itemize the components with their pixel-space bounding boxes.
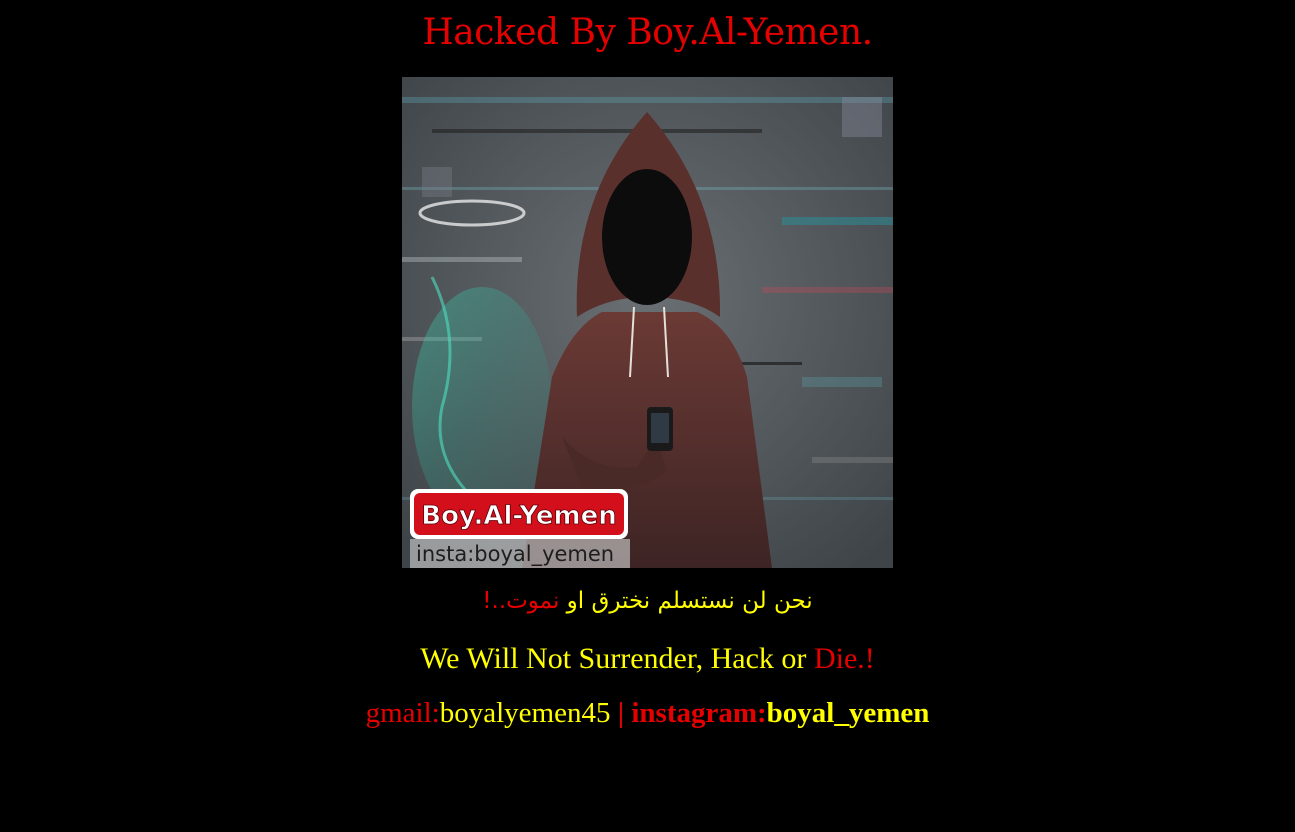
arabic-slogan-main: نحن لن نستسلم نخترق او bbox=[566, 588, 813, 614]
page-title: Hacked By Boy.Al-Yemen. bbox=[422, 12, 873, 53]
instagram-label: instagram: bbox=[631, 697, 767, 729]
badge-handle: insta:boyal_yemen bbox=[416, 542, 614, 567]
hooded-hacker-image: Boy.Al-Yemen insta:boyal_yemen bbox=[402, 77, 893, 568]
english-motto: We Will Not Surrender, Hack or Die.! bbox=[0, 642, 1295, 676]
arabic-slogan-ending: نموت..! bbox=[482, 588, 560, 614]
badge-name: Boy.Al-Yemen bbox=[421, 501, 616, 531]
arabic-slogan: نحن لن نستسلم نخترق او نموت..! bbox=[0, 588, 1295, 614]
instagram-value: boyal_yemen bbox=[766, 697, 930, 729]
contact-separator: | bbox=[617, 697, 625, 729]
gmail-value: boyalyemen45 bbox=[439, 697, 611, 729]
motto-ending: Die.! bbox=[813, 642, 875, 675]
motto-main: We Will Not Surrender, Hack or bbox=[420, 642, 807, 675]
contact-line: gmail:boyalyemen45 | instagram:boyal_yem… bbox=[0, 697, 1295, 730]
gmail-label: gmail: bbox=[365, 697, 440, 729]
